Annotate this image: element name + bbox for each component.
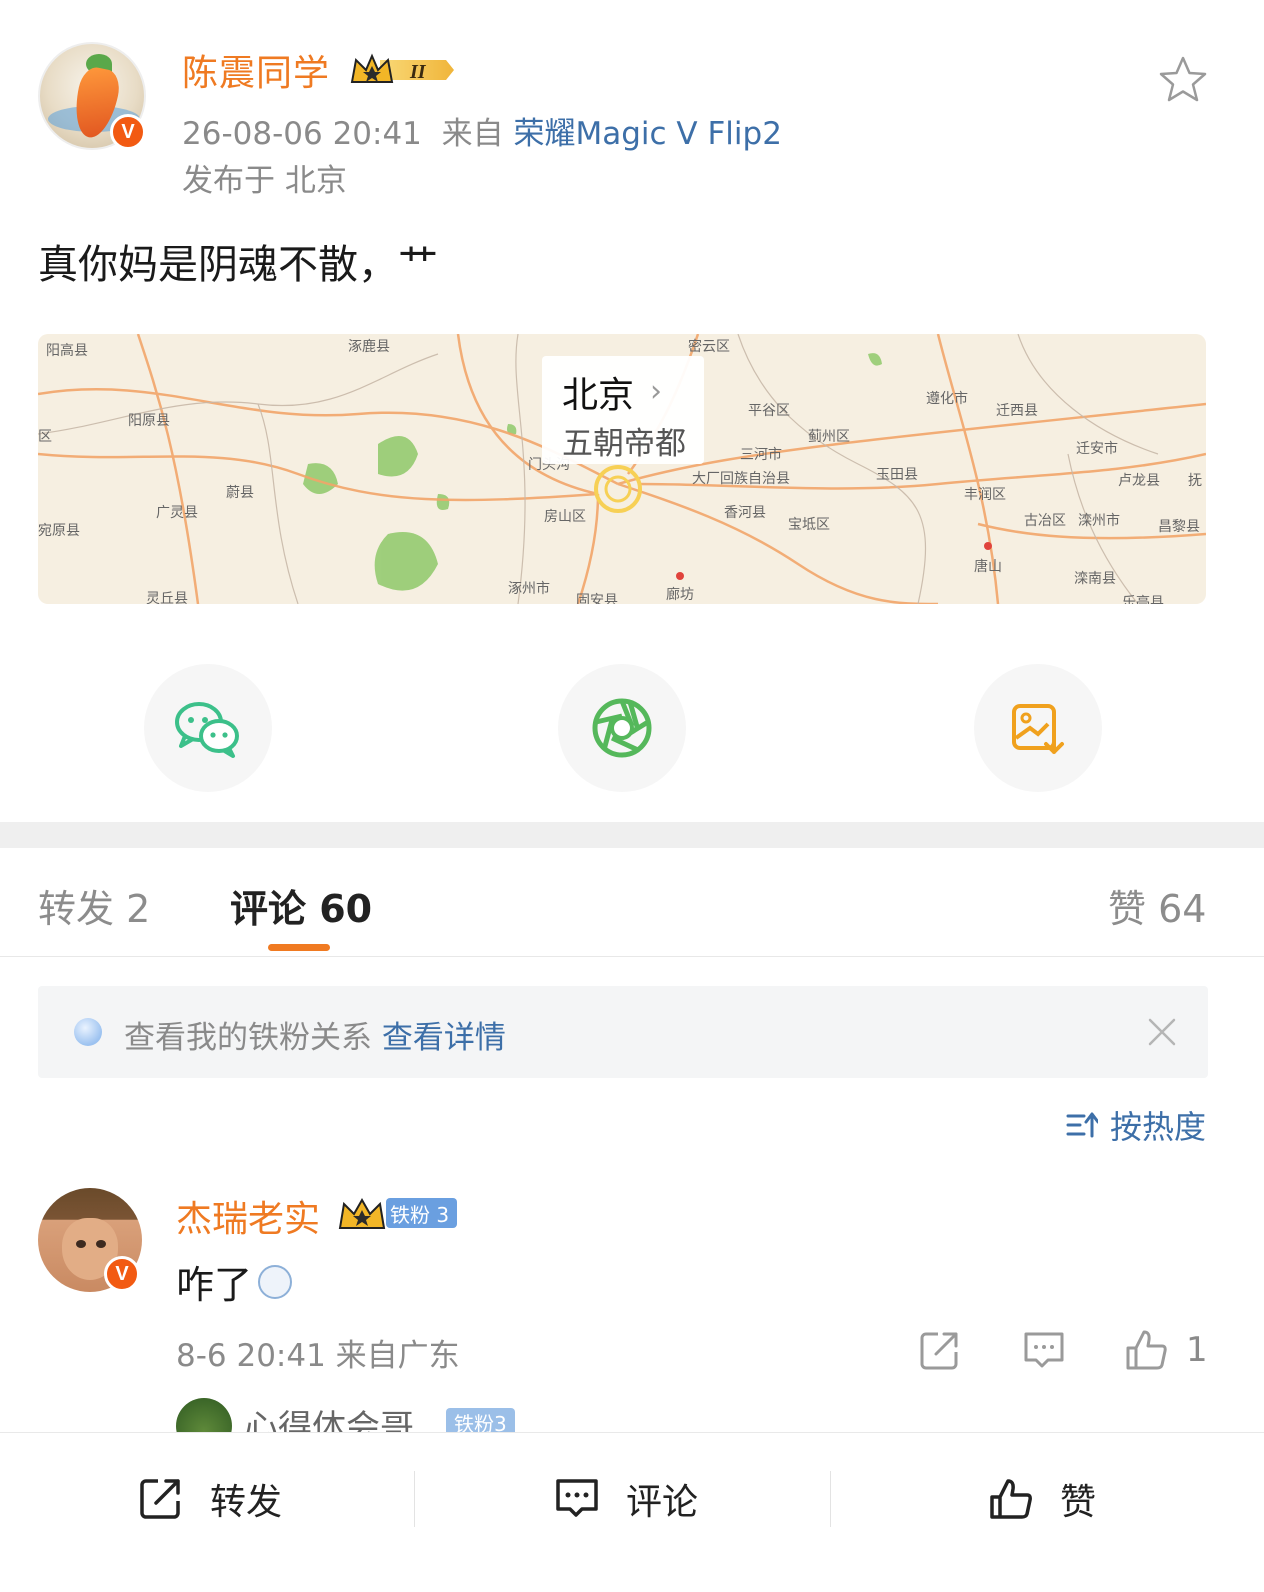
comment-author-name[interactable]: 杰瑞老实 xyxy=(176,1190,320,1242)
map-label: 阳原县 xyxy=(128,413,170,429)
map-city: 北京 xyxy=(562,375,635,416)
bottom-action-bar: 转发 评论 赞 xyxy=(0,1432,1264,1592)
map-label: 昌黎县 xyxy=(1158,519,1200,535)
like-icon xyxy=(990,1479,1032,1519)
bottom-separator xyxy=(830,1471,831,1527)
map-label: 广灵县 xyxy=(156,505,198,521)
post-author-name[interactable]: 陈震同学 xyxy=(182,44,330,96)
map-label: 密云区 xyxy=(688,339,730,355)
post-device[interactable]: 荣耀Magic V Flip2 xyxy=(513,116,781,152)
map-label: 涿州市 xyxy=(508,581,550,597)
save-image-icon xyxy=(1012,704,1064,754)
close-icon[interactable] xyxy=(1142,1012,1182,1052)
comment-text-row: 咋了 xyxy=(176,1254,293,1309)
post-text: 真你妈是阴魂不散，艹 xyxy=(38,242,438,288)
map-label: 阳高县 xyxy=(46,343,88,359)
level-label: II xyxy=(409,61,427,83)
verified-badge-icon: V xyxy=(110,114,146,150)
map-label: 廊坊 xyxy=(666,587,694,603)
bottom-separator xyxy=(414,1471,415,1527)
tab-comment[interactable]: 评论 60 xyxy=(230,878,372,933)
map-label: 滦州市 xyxy=(1078,513,1120,529)
tabs-divider xyxy=(0,956,1264,957)
comment-icon[interactable] xyxy=(1022,1328,1066,1372)
map-label: 迁安市 xyxy=(1076,441,1118,457)
post-timestamp: 26-08-06 20:41 xyxy=(182,116,422,152)
map-label: 玉田县 xyxy=(876,467,918,483)
map-label: 三河市 xyxy=(740,447,782,463)
tab-like[interactable]: 赞 64 xyxy=(1108,878,1206,933)
bottom-like-label: 赞 xyxy=(1060,1482,1097,1523)
post-location: 发布于 北京 xyxy=(182,163,347,199)
map-label: 灵丘县 xyxy=(146,591,188,604)
map-label: 迁西县 xyxy=(996,403,1038,419)
bottom-comment-button[interactable]: 评论 xyxy=(554,1473,698,1525)
comment-text: 咋了 xyxy=(176,1263,253,1307)
level-crown-icon[interactable]: II xyxy=(350,50,458,90)
active-tab-indicator xyxy=(268,944,330,951)
section-divider xyxy=(0,822,1264,848)
bottom-like-button[interactable]: 赞 xyxy=(988,1473,1096,1525)
map-label: 房山区 xyxy=(544,509,586,525)
sort-icon xyxy=(1066,1112,1098,1138)
save-image-button[interactable] xyxy=(974,664,1102,792)
emoji-icon xyxy=(258,1264,293,1299)
map-label: 蔚县 xyxy=(226,485,254,501)
map-label: 乐亭县 xyxy=(1122,595,1164,604)
map-label: 卢龙县 xyxy=(1118,473,1160,489)
tab-repost[interactable]: 转发 2 xyxy=(38,878,150,933)
sort-by-hot[interactable]: 按热度 xyxy=(1066,1102,1206,1148)
post-source-prefix: 来自 xyxy=(441,116,504,152)
map-location-card[interactable]: 北京 › 五朝帝都 xyxy=(542,356,704,464)
comment-icon xyxy=(556,1479,598,1517)
fan-icon xyxy=(74,1018,102,1046)
fan-banner-label: 查看我的铁粉关系 xyxy=(124,1020,372,1056)
sort-label: 按热度 xyxy=(1110,1108,1207,1146)
fan-banner-link[interactable]: 查看详情 xyxy=(382,1020,506,1056)
map-label: 宛原县 xyxy=(38,523,80,539)
map-label: 香河县 xyxy=(724,505,766,521)
like-icon[interactable] xyxy=(1124,1328,1168,1372)
verified-badge-icon: V xyxy=(104,1256,140,1292)
repost-icon[interactable] xyxy=(918,1328,962,1372)
fan-relation-banner[interactable]: 查看我的铁粉关系 查看详情 xyxy=(38,986,1208,1078)
star-icon[interactable] xyxy=(1156,54,1210,108)
map-label: 抚 xyxy=(1188,473,1202,489)
map-label: 平谷区 xyxy=(748,403,790,419)
repost-icon xyxy=(140,1479,180,1519)
map-label: 古冶区 xyxy=(1024,513,1066,529)
bottom-repost-label: 转发 xyxy=(210,1482,283,1523)
map-city-subtitle: 五朝帝都 xyxy=(562,426,686,462)
map-label: 固安县 xyxy=(576,593,618,604)
fan-banner-text: 查看我的铁粉关系 查看详情 xyxy=(124,1012,506,1057)
fan-level-badge: 铁粉 3 xyxy=(386,1198,458,1228)
map-label: 大厂回族自治县 xyxy=(692,471,790,487)
moments-icon xyxy=(592,698,652,758)
location-map[interactable]: 阳高县 涿鹿县 密云区 阳原县 平谷区 遵化市 迁西县 区 蔚县 门头沟 蓟州区… xyxy=(38,334,1206,604)
map-label: 蓟州区 xyxy=(808,429,850,445)
bottom-repost-button[interactable]: 转发 xyxy=(138,1473,282,1525)
map-label: 区 xyxy=(38,429,52,445)
comment-meta: 8-6 20:41 来自广东 xyxy=(176,1338,460,1374)
map-label: 涿鹿县 xyxy=(348,339,390,355)
map-label: 唐山 xyxy=(974,559,1002,575)
bottom-comment-label: 评论 xyxy=(626,1482,699,1523)
map-label: 滦南县 xyxy=(1074,571,1116,587)
share-moments-button[interactable] xyxy=(558,664,686,792)
level-crown-icon xyxy=(338,1197,386,1229)
post-meta: 26-08-06 20:41 来自 荣耀Magic V Flip2 xyxy=(182,108,782,153)
comment-like-count: 1 xyxy=(1186,1330,1208,1370)
map-label: 宝坻区 xyxy=(788,517,830,533)
share-wechat-button[interactable] xyxy=(144,664,272,792)
chevron-right-icon: › xyxy=(650,374,662,409)
map-label: 遵化市 xyxy=(926,391,968,407)
wechat-icon xyxy=(175,702,239,758)
map-label: 丰润区 xyxy=(964,487,1006,503)
